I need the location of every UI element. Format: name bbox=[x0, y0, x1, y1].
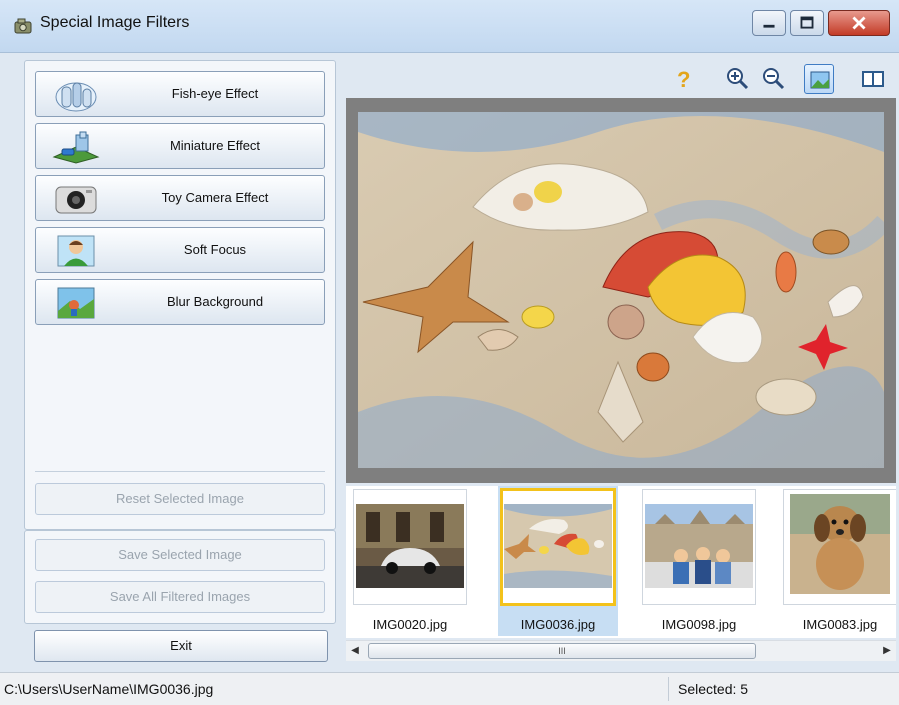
reset-selected-image-button[interactable]: Reset Selected Image bbox=[35, 483, 325, 515]
blur-background-icon bbox=[57, 287, 95, 319]
thumbnail-image bbox=[645, 504, 753, 588]
toy-camera-icon bbox=[55, 186, 97, 214]
thumbnail-frame bbox=[500, 488, 616, 606]
scroll-right-icon[interactable]: ▶ bbox=[878, 641, 896, 661]
thumbnail-caption: IMG0083.jpg bbox=[802, 617, 878, 632]
exit-button[interactable]: Exit bbox=[34, 630, 328, 662]
status-bar: C:\Users\UserName\IMG0036.jpg Selected: … bbox=[0, 672, 899, 705]
zoom-out-button[interactable] bbox=[758, 64, 788, 94]
effect-label: Blur Background bbox=[166, 294, 264, 309]
maximize-button[interactable] bbox=[790, 10, 824, 36]
close-icon bbox=[852, 16, 866, 30]
compare-view-icon bbox=[862, 71, 884, 87]
minimize-icon bbox=[763, 24, 775, 28]
thumbnail-image bbox=[356, 504, 464, 588]
thumbnail-frame bbox=[353, 489, 467, 605]
thumbnail-caption: IMG0098.jpg bbox=[661, 617, 737, 632]
soft-focus-icon bbox=[57, 235, 95, 267]
single-view-button[interactable] bbox=[804, 64, 834, 94]
help-button[interactable]: ? bbox=[668, 64, 698, 94]
thumbnail-item[interactable]: IMG0098.jpg bbox=[639, 486, 759, 636]
maximize-icon bbox=[800, 16, 814, 29]
app-icon bbox=[14, 18, 32, 34]
save-selected-image-button[interactable]: Save Selected Image bbox=[35, 539, 325, 571]
miniature-effect-button[interactable]: Miniature Effect bbox=[35, 123, 325, 169]
compare-view-button[interactable] bbox=[858, 64, 888, 94]
effect-label: Toy Camera Effect bbox=[161, 190, 269, 205]
toy-camera-effect-button[interactable]: Toy Camera Effect bbox=[35, 175, 325, 221]
title-bar[interactable]: Special Image Filters bbox=[0, 0, 899, 53]
close-button[interactable] bbox=[828, 10, 890, 36]
fish-eye-icon bbox=[55, 82, 97, 112]
thumbnail-image bbox=[504, 504, 612, 588]
soft-focus-button[interactable]: Soft Focus bbox=[35, 227, 325, 273]
scroll-left-icon[interactable]: ◀ bbox=[346, 641, 364, 661]
thumbnail-strip: IMG0020.jpg IMG0036.jpg IMG0098.jpg IMG0… bbox=[346, 486, 896, 638]
svg-text:?: ? bbox=[677, 67, 690, 92]
save-all-filtered-images-button[interactable]: Save All Filtered Images bbox=[35, 581, 325, 613]
scrollbar-thumb[interactable]: III bbox=[368, 643, 756, 659]
fish-eye-effect-button[interactable]: Fish-eye Effect bbox=[35, 71, 325, 117]
effect-label: Soft Focus bbox=[183, 242, 247, 257]
effects-panel: Fish-eye Effect Miniature Effect Toy Cam… bbox=[24, 60, 336, 530]
miniature-icon bbox=[52, 131, 100, 164]
thumbnail-item[interactable]: IMG0083.jpg bbox=[780, 486, 896, 636]
app-window: Special Image Filters Fish-eye Effect Mi… bbox=[0, 0, 899, 705]
status-selected-count: Selected: 5 bbox=[678, 681, 749, 697]
thumbnail-caption: IMG0036.jpg bbox=[498, 617, 618, 632]
effect-label: Fish-eye Effect bbox=[171, 86, 259, 101]
window-title: Special Image Filters bbox=[40, 14, 190, 31]
help-icon: ? bbox=[677, 67, 690, 92]
thumbnail-image bbox=[786, 494, 894, 594]
thumbnail-item[interactable]: IMG0020.jpg bbox=[350, 486, 470, 636]
status-separator bbox=[668, 677, 669, 701]
blur-background-button[interactable]: Blur Background bbox=[35, 279, 325, 325]
zoom-out-icon bbox=[763, 68, 785, 90]
zoom-in-button[interactable] bbox=[722, 64, 752, 94]
preview-image[interactable] bbox=[358, 112, 884, 468]
preview-toolbar: ? bbox=[346, 60, 899, 98]
thumbnail-scrollbar[interactable]: ◀ III ▶ bbox=[346, 640, 896, 661]
thumbnail-item-selected[interactable]: IMG0036.jpg bbox=[498, 486, 618, 636]
status-file-path: C:\Users\UserName\IMG0036.jpg bbox=[4, 681, 214, 697]
single-image-view-icon bbox=[810, 71, 830, 89]
effect-label: Miniature Effect bbox=[169, 138, 261, 153]
thumbnail-frame bbox=[642, 489, 756, 605]
thumbnail-caption: IMG0020.jpg bbox=[372, 617, 448, 632]
preview-area bbox=[346, 98, 896, 483]
thumbnail-frame bbox=[783, 489, 896, 605]
minimize-button[interactable] bbox=[752, 10, 786, 36]
panel-divider bbox=[35, 471, 325, 472]
zoom-in-icon bbox=[727, 68, 749, 90]
save-panel: Save Selected Image Save All Filtered Im… bbox=[24, 530, 336, 624]
